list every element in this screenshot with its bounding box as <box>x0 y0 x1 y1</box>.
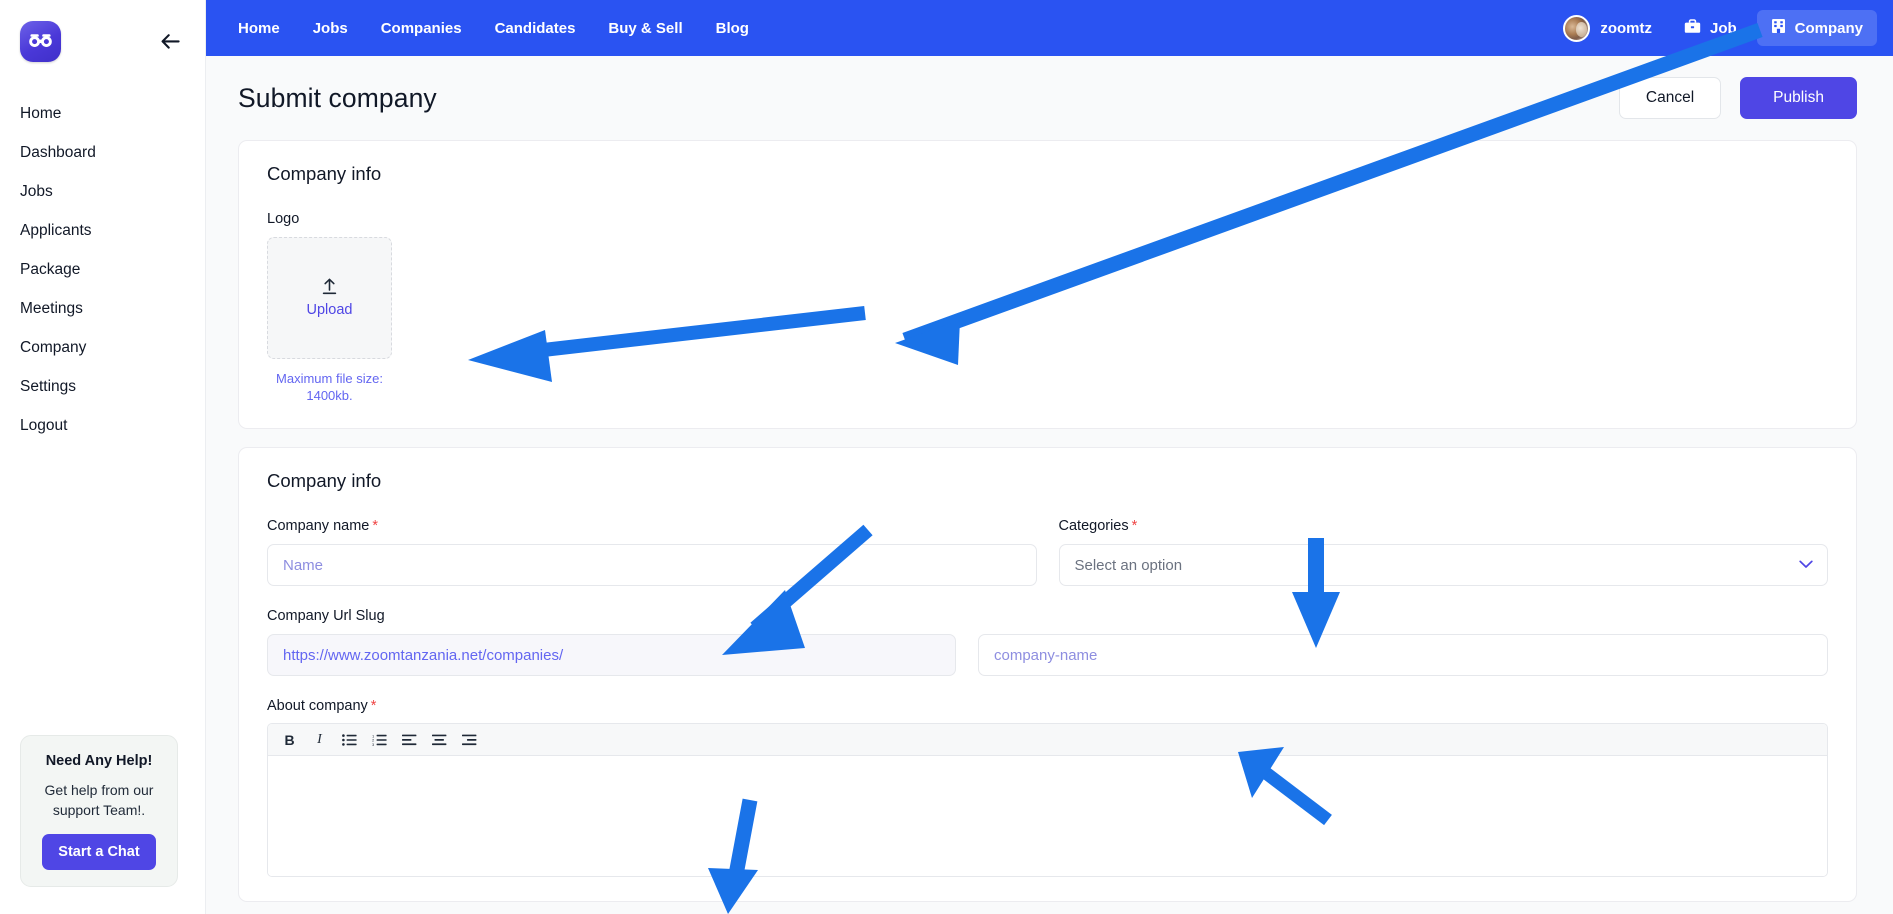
url-slug-input[interactable] <box>978 634 1828 676</box>
about-company-label: About company * <box>267 698 1828 714</box>
about-company-field-group: About company * B I 1 2 3 <box>267 698 1828 877</box>
bullet-list-icon[interactable] <box>336 728 363 752</box>
required-asterisk: * <box>370 698 377 714</box>
sidebar-item-meetings[interactable]: Meetings <box>0 289 205 328</box>
page-title: Submit company <box>238 82 437 113</box>
url-slug-row: https://www.zoomtanzania.net/companies/ <box>267 634 1828 676</box>
help-widget: Need Any Help! Get help from our support… <box>20 735 178 887</box>
building-icon <box>1771 18 1786 38</box>
url-slug-prefix: https://www.zoomtanzania.net/companies/ <box>267 634 956 676</box>
logo-card: Company info Logo Upload Maximum file si… <box>238 140 1857 429</box>
categories-label: Categories * <box>1059 518 1829 534</box>
sidebar-header <box>0 0 205 82</box>
topnav-link-buy-sell[interactable]: Buy & Sell <box>608 20 682 37</box>
required-asterisk: * <box>372 518 379 534</box>
top-navbar: Home Jobs Companies Candidates Buy & Sel… <box>206 0 1893 56</box>
align-right-icon[interactable] <box>456 728 483 752</box>
about-company-label-text: About company <box>267 698 368 714</box>
help-title: Need Any Help! <box>45 753 153 769</box>
form-content: Company info Logo Upload Maximum file si… <box>206 140 1893 914</box>
topnav-link-home[interactable]: Home <box>238 20 280 37</box>
categories-field-group: Categories * Select an option <box>1058 518 1829 586</box>
sidebar-item-applicants[interactable]: Applicants <box>0 211 205 250</box>
sidebar-item-home[interactable]: Home <box>0 94 205 133</box>
italic-glyph: I <box>317 731 322 747</box>
post-job-button[interactable]: Job <box>1670 11 1751 46</box>
company-name-label-text: Company name <box>267 518 370 534</box>
upload-label: Upload <box>306 302 353 318</box>
company-name-field-group: Company name * <box>267 518 1037 586</box>
svg-text:3: 3 <box>372 742 375 746</box>
app-root: Home Dashboard Jobs Applicants Package M… <box>0 0 1893 914</box>
categories-select-wrap: Select an option <box>1058 544 1828 586</box>
sidebar-nav: Home Dashboard Jobs Applicants Package M… <box>0 82 205 445</box>
page-header-actions: Cancel Publish <box>1618 77 1857 119</box>
name-category-row: Company name* Categories* Select an opti… <box>267 518 1828 586</box>
topnav-link-blog[interactable]: Blog <box>716 20 749 37</box>
user-menu[interactable]: zoomtz <box>1551 8 1664 49</box>
logo-label: Logo <box>267 211 300 227</box>
binoculars-logo-icon[interactable] <box>20 20 61 62</box>
top-navbar-right: zoomtz Job Company <box>1551 8 1877 49</box>
publish-button[interactable]: Publish <box>1740 77 1857 119</box>
categories-label-text: Categories <box>1058 518 1129 534</box>
cancel-button[interactable]: Cancel <box>1618 77 1722 119</box>
sidebar: Home Dashboard Jobs Applicants Package M… <box>0 0 206 914</box>
post-company-label: Company <box>1794 19 1863 37</box>
arrow-left-icon[interactable] <box>157 28 183 54</box>
url-slug-label: Company Url Slug <box>267 608 385 624</box>
sidebar-item-settings[interactable]: Settings <box>0 367 205 406</box>
sidebar-item-dashboard[interactable]: Dashboard <box>0 133 205 172</box>
about-company-textarea[interactable] <box>268 756 1827 876</box>
align-left-icon[interactable] <box>396 728 423 752</box>
logo-max-size-hint: Maximum file size: 1400kb. <box>276 371 383 403</box>
sidebar-item-jobs[interactable]: Jobs <box>0 172 205 211</box>
page-header: Submit company Cancel Publish <box>206 56 1893 140</box>
bold-glyph: B <box>284 731 295 748</box>
username-label: zoomtz <box>1600 19 1652 37</box>
bold-icon[interactable]: B <box>276 728 303 752</box>
main-area: Home Jobs Companies Candidates Buy & Sel… <box>206 0 1893 914</box>
align-center-icon[interactable] <box>426 728 453 752</box>
topnav-link-candidates[interactable]: Candidates <box>495 20 576 37</box>
about-company-editor: B I 1 2 3 <box>267 723 1828 877</box>
sidebar-item-package[interactable]: Package <box>0 250 205 289</box>
company-name-label: Company name * <box>267 518 1037 534</box>
topnav-link-jobs[interactable]: Jobs <box>313 20 348 37</box>
sidebar-item-logout[interactable]: Logout <box>0 406 205 445</box>
required-asterisk: * <box>1131 518 1138 534</box>
url-slug-field-group: Company Url Slug https://www.zoomtanzani… <box>267 608 1828 676</box>
numbered-list-icon[interactable]: 1 2 3 <box>366 728 393 752</box>
company-info-card: Company info Company name* Categories* <box>238 447 1857 902</box>
categories-select[interactable]: Select an option <box>1058 544 1828 586</box>
briefcase-icon <box>1684 18 1701 38</box>
editor-toolbar: B I 1 2 3 <box>268 724 1827 756</box>
company-name-input[interactable] <box>267 544 1037 586</box>
logo-upload-dropzone[interactable]: Upload <box>267 237 392 359</box>
sidebar-item-company[interactable]: Company <box>0 328 205 367</box>
avatar <box>1563 14 1591 42</box>
post-job-label: Job <box>1709 19 1737 37</box>
company-info-card-title: Company info <box>267 470 382 491</box>
start-a-chat-button[interactable]: Start a Chat <box>42 834 156 870</box>
topnav-link-companies[interactable]: Companies <box>381 20 462 37</box>
help-subtitle: Get help from our support Team!. <box>44 782 154 818</box>
post-company-button[interactable]: Company <box>1756 10 1877 46</box>
italic-icon[interactable]: I <box>306 728 333 752</box>
top-navbar-links: Home Jobs Companies Candidates Buy & Sel… <box>238 20 749 37</box>
logo-card-title: Company info <box>267 163 382 184</box>
upload-arrow-icon <box>322 278 337 298</box>
